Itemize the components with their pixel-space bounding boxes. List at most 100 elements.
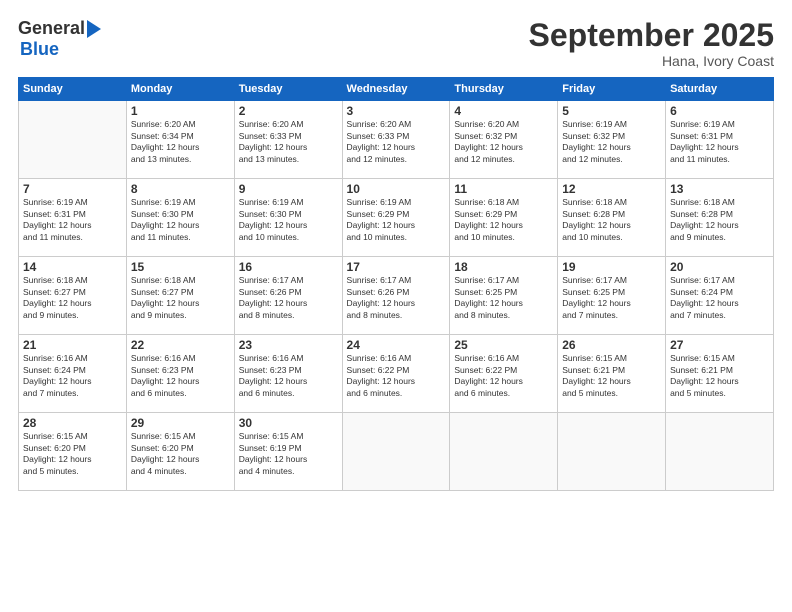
day-header-sunday: Sunday [19, 78, 127, 101]
day-number: 18 [454, 260, 553, 274]
day-number: 7 [23, 182, 122, 196]
calendar-table: SundayMondayTuesdayWednesdayThursdayFrid… [18, 77, 774, 491]
calendar-day-cell: 7Sunrise: 6:19 AM Sunset: 6:31 PM Daylig… [19, 179, 127, 257]
calendar-day-cell: 26Sunrise: 6:15 AM Sunset: 6:21 PM Dayli… [558, 335, 666, 413]
day-number: 28 [23, 416, 122, 430]
calendar-day-cell: 3Sunrise: 6:20 AM Sunset: 6:33 PM Daylig… [342, 101, 450, 179]
logo: General Blue [18, 18, 101, 60]
calendar-header-row: SundayMondayTuesdayWednesdayThursdayFrid… [19, 78, 774, 101]
day-number: 14 [23, 260, 122, 274]
day-info: Sunrise: 6:19 AM Sunset: 6:30 PM Dayligh… [131, 197, 230, 243]
calendar-week-row: 7Sunrise: 6:19 AM Sunset: 6:31 PM Daylig… [19, 179, 774, 257]
day-info: Sunrise: 6:17 AM Sunset: 6:26 PM Dayligh… [239, 275, 338, 321]
day-info: Sunrise: 6:17 AM Sunset: 6:25 PM Dayligh… [454, 275, 553, 321]
day-number: 30 [239, 416, 338, 430]
day-info: Sunrise: 6:20 AM Sunset: 6:33 PM Dayligh… [239, 119, 338, 165]
calendar-day-cell: 17Sunrise: 6:17 AM Sunset: 6:26 PM Dayli… [342, 257, 450, 335]
day-info: Sunrise: 6:16 AM Sunset: 6:23 PM Dayligh… [131, 353, 230, 399]
calendar-day-cell: 20Sunrise: 6:17 AM Sunset: 6:24 PM Dayli… [666, 257, 774, 335]
calendar-day-cell: 29Sunrise: 6:15 AM Sunset: 6:20 PM Dayli… [126, 413, 234, 491]
logo-general: General [18, 18, 85, 39]
logo-line1: General [18, 18, 101, 39]
location-subtitle: Hana, Ivory Coast [529, 53, 774, 69]
day-info: Sunrise: 6:15 AM Sunset: 6:20 PM Dayligh… [23, 431, 122, 477]
month-title: September 2025 [529, 18, 774, 53]
calendar-empty-cell [342, 413, 450, 491]
day-info: Sunrise: 6:15 AM Sunset: 6:20 PM Dayligh… [131, 431, 230, 477]
day-header-saturday: Saturday [666, 78, 774, 101]
day-number: 8 [131, 182, 230, 196]
day-info: Sunrise: 6:16 AM Sunset: 6:24 PM Dayligh… [23, 353, 122, 399]
calendar-day-cell: 21Sunrise: 6:16 AM Sunset: 6:24 PM Dayli… [19, 335, 127, 413]
day-number: 29 [131, 416, 230, 430]
logo-arrow-icon [87, 20, 101, 38]
calendar-day-cell: 24Sunrise: 6:16 AM Sunset: 6:22 PM Dayli… [342, 335, 450, 413]
calendar-week-row: 14Sunrise: 6:18 AM Sunset: 6:27 PM Dayli… [19, 257, 774, 335]
day-header-friday: Friday [558, 78, 666, 101]
day-info: Sunrise: 6:19 AM Sunset: 6:32 PM Dayligh… [562, 119, 661, 165]
calendar-day-cell: 6Sunrise: 6:19 AM Sunset: 6:31 PM Daylig… [666, 101, 774, 179]
day-number: 11 [454, 182, 553, 196]
day-number: 6 [670, 104, 769, 118]
day-number: 24 [347, 338, 446, 352]
calendar-day-cell: 9Sunrise: 6:19 AM Sunset: 6:30 PM Daylig… [234, 179, 342, 257]
day-header-tuesday: Tuesday [234, 78, 342, 101]
calendar-day-cell: 4Sunrise: 6:20 AM Sunset: 6:32 PM Daylig… [450, 101, 558, 179]
day-number: 12 [562, 182, 661, 196]
day-number: 26 [562, 338, 661, 352]
calendar-container: General Blue September 2025 Hana, Ivory … [0, 0, 792, 612]
day-info: Sunrise: 6:20 AM Sunset: 6:32 PM Dayligh… [454, 119, 553, 165]
day-number: 9 [239, 182, 338, 196]
day-number: 3 [347, 104, 446, 118]
day-info: Sunrise: 6:18 AM Sunset: 6:28 PM Dayligh… [562, 197, 661, 243]
calendar-day-cell: 8Sunrise: 6:19 AM Sunset: 6:30 PM Daylig… [126, 179, 234, 257]
day-number: 22 [131, 338, 230, 352]
day-info: Sunrise: 6:17 AM Sunset: 6:25 PM Dayligh… [562, 275, 661, 321]
calendar-week-row: 21Sunrise: 6:16 AM Sunset: 6:24 PM Dayli… [19, 335, 774, 413]
calendar-empty-cell [558, 413, 666, 491]
day-info: Sunrise: 6:19 AM Sunset: 6:31 PM Dayligh… [670, 119, 769, 165]
day-number: 1 [131, 104, 230, 118]
day-header-thursday: Thursday [450, 78, 558, 101]
calendar-day-cell: 14Sunrise: 6:18 AM Sunset: 6:27 PM Dayli… [19, 257, 127, 335]
logo-blue-text: Blue [20, 39, 59, 60]
calendar-day-cell: 13Sunrise: 6:18 AM Sunset: 6:28 PM Dayli… [666, 179, 774, 257]
day-header-wednesday: Wednesday [342, 78, 450, 101]
header: General Blue September 2025 Hana, Ivory … [18, 18, 774, 69]
calendar-empty-cell [19, 101, 127, 179]
day-info: Sunrise: 6:16 AM Sunset: 6:22 PM Dayligh… [347, 353, 446, 399]
calendar-day-cell: 16Sunrise: 6:17 AM Sunset: 6:26 PM Dayli… [234, 257, 342, 335]
calendar-day-cell: 2Sunrise: 6:20 AM Sunset: 6:33 PM Daylig… [234, 101, 342, 179]
title-block: September 2025 Hana, Ivory Coast [529, 18, 774, 69]
calendar-day-cell: 15Sunrise: 6:18 AM Sunset: 6:27 PM Dayli… [126, 257, 234, 335]
day-info: Sunrise: 6:16 AM Sunset: 6:22 PM Dayligh… [454, 353, 553, 399]
day-number: 23 [239, 338, 338, 352]
day-number: 5 [562, 104, 661, 118]
day-info: Sunrise: 6:15 AM Sunset: 6:19 PM Dayligh… [239, 431, 338, 477]
day-number: 13 [670, 182, 769, 196]
day-info: Sunrise: 6:18 AM Sunset: 6:27 PM Dayligh… [131, 275, 230, 321]
day-number: 21 [23, 338, 122, 352]
day-header-monday: Monday [126, 78, 234, 101]
day-info: Sunrise: 6:20 AM Sunset: 6:33 PM Dayligh… [347, 119, 446, 165]
calendar-day-cell: 28Sunrise: 6:15 AM Sunset: 6:20 PM Dayli… [19, 413, 127, 491]
calendar-day-cell: 23Sunrise: 6:16 AM Sunset: 6:23 PM Dayli… [234, 335, 342, 413]
calendar-week-row: 1Sunrise: 6:20 AM Sunset: 6:34 PM Daylig… [19, 101, 774, 179]
day-info: Sunrise: 6:17 AM Sunset: 6:26 PM Dayligh… [347, 275, 446, 321]
day-number: 17 [347, 260, 446, 274]
calendar-day-cell: 22Sunrise: 6:16 AM Sunset: 6:23 PM Dayli… [126, 335, 234, 413]
calendar-day-cell: 25Sunrise: 6:16 AM Sunset: 6:22 PM Dayli… [450, 335, 558, 413]
day-info: Sunrise: 6:20 AM Sunset: 6:34 PM Dayligh… [131, 119, 230, 165]
day-number: 2 [239, 104, 338, 118]
day-info: Sunrise: 6:15 AM Sunset: 6:21 PM Dayligh… [670, 353, 769, 399]
calendar-day-cell: 11Sunrise: 6:18 AM Sunset: 6:29 PM Dayli… [450, 179, 558, 257]
day-info: Sunrise: 6:18 AM Sunset: 6:27 PM Dayligh… [23, 275, 122, 321]
day-info: Sunrise: 6:16 AM Sunset: 6:23 PM Dayligh… [239, 353, 338, 399]
day-number: 4 [454, 104, 553, 118]
day-number: 25 [454, 338, 553, 352]
day-number: 15 [131, 260, 230, 274]
day-info: Sunrise: 6:19 AM Sunset: 6:29 PM Dayligh… [347, 197, 446, 243]
day-info: Sunrise: 6:18 AM Sunset: 6:28 PM Dayligh… [670, 197, 769, 243]
calendar-day-cell: 18Sunrise: 6:17 AM Sunset: 6:25 PM Dayli… [450, 257, 558, 335]
day-number: 16 [239, 260, 338, 274]
